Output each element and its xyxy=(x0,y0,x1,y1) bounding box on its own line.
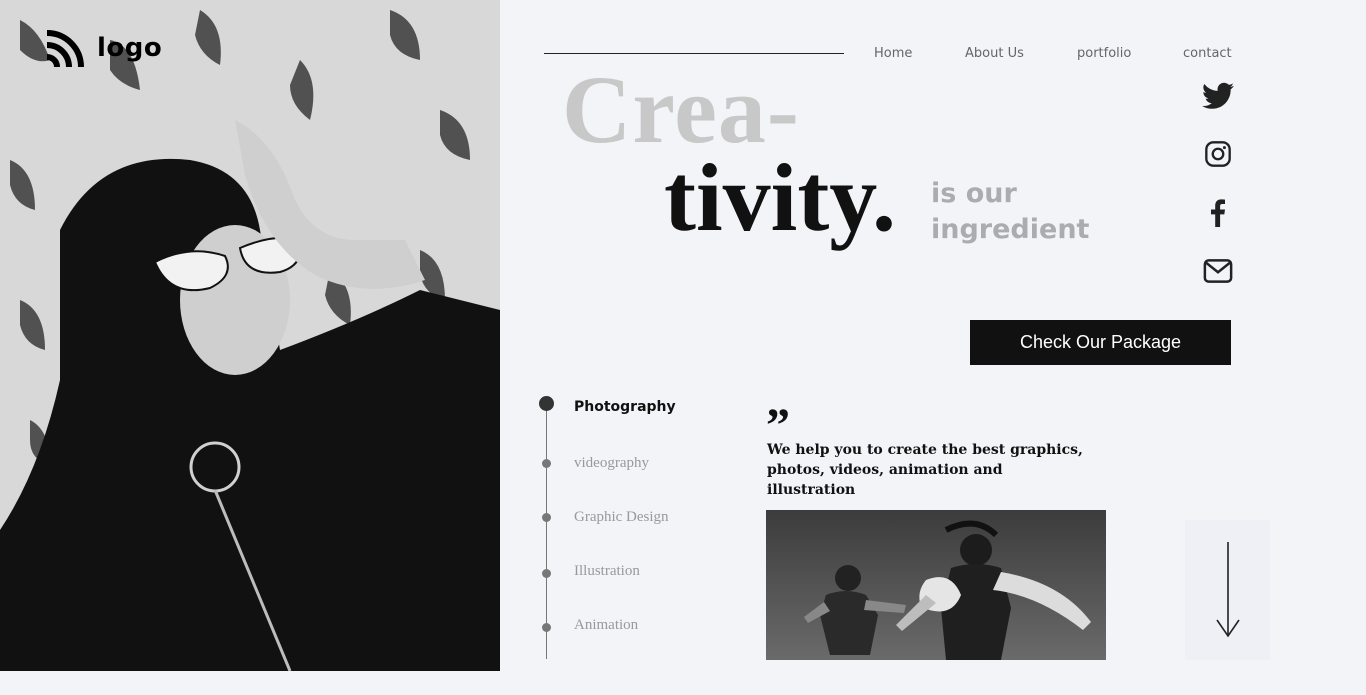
nav-about-us[interactable]: About Us xyxy=(965,46,1024,61)
service-videography[interactable]: videography xyxy=(574,455,649,472)
service-photography[interactable]: Photography xyxy=(574,399,676,415)
headline-line-2: tivity. xyxy=(664,144,896,251)
timeline-dot-active xyxy=(539,396,554,411)
mail-icon[interactable] xyxy=(1200,253,1236,289)
timeline-dot xyxy=(542,569,551,578)
page: logo Home About Us portfolio contact Cre… xyxy=(0,0,1366,695)
dancers-photo xyxy=(766,510,1106,660)
tagline: is our ingredient xyxy=(931,178,1090,245)
services-timeline xyxy=(546,404,547,659)
nav-contact[interactable]: contact xyxy=(1183,46,1232,61)
nav-divider xyxy=(544,53,844,54)
facebook-icon[interactable] xyxy=(1200,195,1236,231)
service-illustration[interactable]: Illustration xyxy=(574,563,640,580)
service-graphic-design[interactable]: Graphic Design xyxy=(574,509,669,526)
instagram-icon[interactable] xyxy=(1200,136,1236,172)
twitter-icon[interactable] xyxy=(1200,78,1236,114)
hero-photo xyxy=(0,0,500,671)
logo[interactable]: logo xyxy=(45,27,162,69)
check-package-button[interactable]: Check Our Package xyxy=(970,320,1231,365)
timeline-dot xyxy=(542,623,551,632)
logo-text: logo xyxy=(97,33,163,63)
service-animation[interactable]: Animation xyxy=(574,617,638,634)
arrow-down-icon xyxy=(1215,542,1240,638)
scroll-down-button[interactable] xyxy=(1185,520,1270,660)
quote-text: We help you to create the best graphics,… xyxy=(767,442,1083,498)
nav-home[interactable]: Home xyxy=(874,46,912,61)
nav-portfolio[interactable]: portfolio xyxy=(1077,46,1131,61)
timeline-dot xyxy=(542,459,551,468)
logo-icon xyxy=(46,30,84,68)
timeline-dot xyxy=(542,513,551,522)
